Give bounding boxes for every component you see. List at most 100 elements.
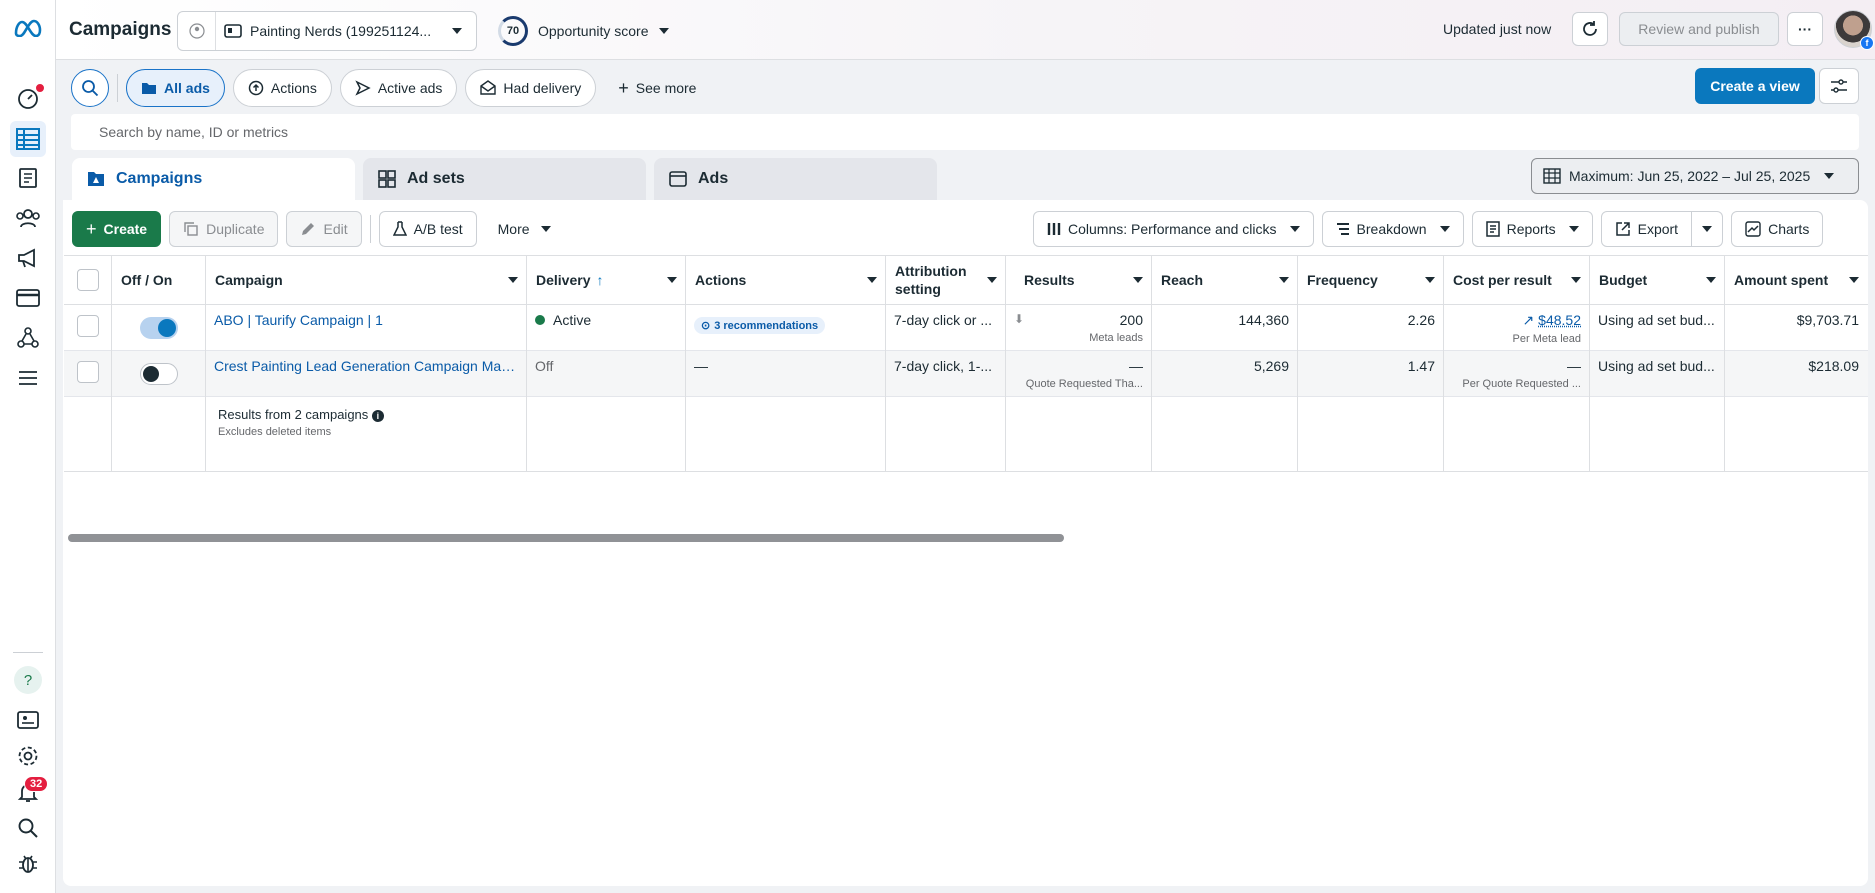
- row-checkbox[interactable]: [77, 361, 99, 383]
- more-options-button[interactable]: ···: [1787, 12, 1823, 46]
- charts-label: Charts: [1768, 221, 1810, 237]
- table-row[interactable]: ABO | Taurify Campaign | 1 Active ⊙ 3 rec…: [64, 305, 1868, 351]
- ad-account-selector[interactable]: Painting Nerds (199251124...: [177, 11, 477, 51]
- header-campaign[interactable]: Campaign: [206, 256, 527, 304]
- delivery-cell: Active: [527, 305, 686, 351]
- bug-report-icon[interactable]: [10, 846, 46, 882]
- create-view-button[interactable]: Create a view: [1695, 68, 1815, 104]
- sort-menu-icon[interactable]: [667, 277, 677, 283]
- header-delivery[interactable]: Delivery ↑: [527, 256, 686, 304]
- header-label: Off / On: [121, 272, 173, 288]
- folder-icon: [142, 83, 156, 94]
- info-icon[interactable]: i: [371, 410, 384, 422]
- results-value: —: [1129, 358, 1143, 374]
- edit-button[interactable]: Edit: [286, 211, 362, 247]
- dashboard-gauge-icon[interactable]: [10, 80, 46, 116]
- sort-menu-icon[interactable]: [987, 277, 997, 283]
- header-reach[interactable]: Reach: [1152, 256, 1298, 304]
- filter-actions[interactable]: Actions: [232, 69, 332, 107]
- search-toggle-button[interactable]: [71, 69, 109, 107]
- export-options-button[interactable]: [1692, 211, 1724, 247]
- header-budget[interactable]: Budget: [1590, 256, 1725, 304]
- tab-campaigns[interactable]: Campaigns: [72, 158, 355, 200]
- chevron-down-icon: [1289, 226, 1300, 232]
- meta-logo-icon[interactable]: [10, 10, 46, 46]
- news-feed-icon[interactable]: [10, 702, 46, 738]
- tab-ad-sets[interactable]: Ad sets: [363, 158, 646, 200]
- sort-menu-icon[interactable]: [508, 277, 518, 283]
- reports-button[interactable]: Reports: [1471, 211, 1593, 247]
- header-label: Frequency: [1307, 272, 1378, 288]
- recommendations-icon: ⊙: [701, 320, 711, 332]
- search-icon[interactable]: [10, 810, 46, 846]
- business-graph-icon[interactable]: [10, 320, 46, 356]
- tab-ads[interactable]: Ads: [654, 158, 937, 200]
- campaign-name-link[interactable]: Crest Painting Lead Generation Campaign …: [206, 351, 527, 397]
- see-more-filters-button[interactable]: + See more: [604, 69, 710, 107]
- search-icon: [82, 80, 99, 97]
- refresh-button[interactable]: [1572, 12, 1608, 46]
- more-label: More: [497, 221, 530, 237]
- header-cost-per-result[interactable]: Cost per result: [1444, 256, 1590, 304]
- help-icon[interactable]: ?: [10, 662, 46, 698]
- sort-menu-icon[interactable]: [1571, 277, 1581, 283]
- header-results[interactable]: Results: [1006, 256, 1152, 304]
- view-settings-button[interactable]: [1819, 68, 1859, 104]
- campaign-on-off-toggle[interactable]: [140, 317, 178, 339]
- duplicate-button[interactable]: Duplicate: [169, 211, 279, 247]
- date-range-picker[interactable]: Maximum: Jun 25, 2022 – Jul 25, 2025: [1531, 158, 1859, 194]
- attribution-cell: 7-day click, 1-...: [886, 351, 1006, 397]
- campaign-name-link[interactable]: ABO | Taurify Campaign | 1: [206, 305, 527, 351]
- header-off-on[interactable]: Off / On: [112, 256, 206, 304]
- pencil-icon: [302, 223, 315, 235]
- megaphone-icon[interactable]: [10, 240, 46, 276]
- more-button[interactable]: More: [485, 211, 564, 247]
- select-all-checkbox[interactable]: [76, 269, 99, 291]
- chevron-down-icon: [540, 226, 551, 232]
- export-split-button: Export: [1600, 211, 1724, 247]
- search-input[interactable]: [99, 124, 699, 140]
- menu-icon[interactable]: [10, 360, 46, 396]
- horizontal-scrollbar[interactable]: [68, 534, 1064, 542]
- campaigns-panel: + Create Duplicate Edit A/B test More Co…: [63, 200, 1868, 886]
- documents-icon[interactable]: [10, 160, 46, 196]
- filter-label: Actions: [270, 80, 317, 96]
- sort-menu-icon[interactable]: [1706, 277, 1716, 283]
- row-toggle-cell: [112, 305, 206, 351]
- header-actions[interactable]: Actions: [686, 256, 886, 304]
- sort-menu-icon[interactable]: [1425, 277, 1435, 283]
- export-button[interactable]: Export: [1600, 211, 1693, 247]
- header-amount-spent[interactable]: Amount spent: [1725, 256, 1867, 304]
- ab-test-button[interactable]: A/B test: [378, 211, 477, 247]
- review-and-publish-button[interactable]: Review and publish: [1619, 12, 1779, 46]
- header-attribution-setting[interactable]: Attribution setting: [886, 256, 1006, 304]
- opportunity-score[interactable]: 70 Opportunity score: [498, 16, 669, 46]
- sort-menu-icon[interactable]: [1849, 277, 1859, 283]
- filter-active-ads[interactable]: Active ads: [339, 69, 458, 107]
- columns-button[interactable]: Columns: Performance and clicks: [1033, 211, 1314, 247]
- filter-had-delivery[interactable]: Had delivery: [465, 69, 597, 107]
- cost-per-result-value[interactable]: $48.52: [1538, 312, 1581, 328]
- cost-per-result-type: Per Quote Requested ...: [1462, 378, 1581, 390]
- campaign-on-off-toggle[interactable]: [140, 363, 178, 385]
- billing-card-icon[interactable]: [10, 280, 46, 316]
- sort-menu-icon[interactable]: [867, 277, 877, 283]
- flask-icon: [392, 221, 407, 236]
- charts-button[interactable]: Charts: [1731, 211, 1824, 247]
- sort-menu-icon[interactable]: [1133, 277, 1143, 283]
- cost-per-result-cell: — Per Quote Requested ...: [1444, 351, 1590, 397]
- recommendations-badge[interactable]: ⊙ 3 recommendations: [694, 317, 826, 334]
- audiences-icon[interactable]: [10, 200, 46, 236]
- main-area: All ads Actions Active ads Had delivery …: [63, 60, 1875, 890]
- create-button[interactable]: + Create: [72, 211, 162, 247]
- row-checkbox[interactable]: [77, 315, 99, 337]
- updated-status: Updated just now: [1443, 21, 1552, 37]
- avatar[interactable]: f: [1834, 10, 1874, 50]
- settings-gear-icon[interactable]: [10, 738, 46, 774]
- sort-menu-icon[interactable]: [1279, 277, 1289, 283]
- header-frequency[interactable]: Frequency: [1298, 256, 1444, 304]
- breakdown-button[interactable]: Breakdown: [1321, 211, 1464, 247]
- ads-manager-table-icon[interactable]: [10, 121, 46, 157]
- table-row[interactable]: Crest Painting Lead Generation Campaign …: [64, 351, 1868, 397]
- filter-all-ads[interactable]: All ads: [126, 69, 225, 107]
